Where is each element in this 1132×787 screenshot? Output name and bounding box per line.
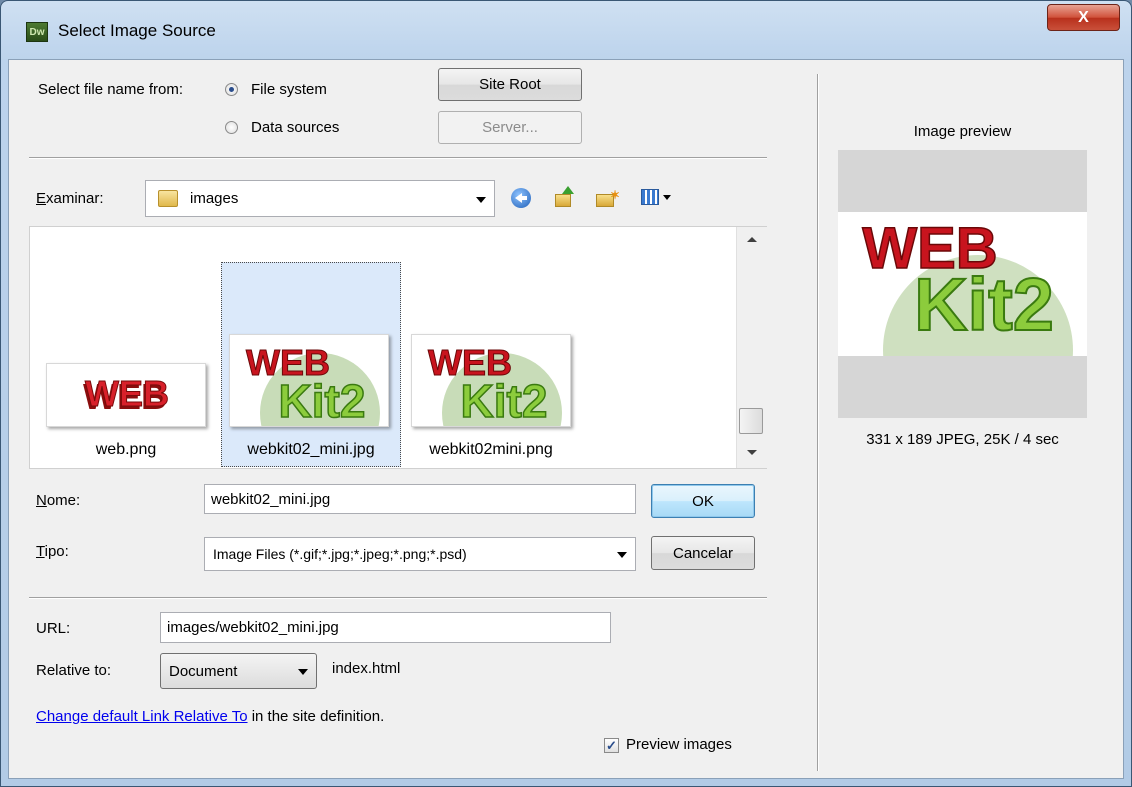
scroll-thumb[interactable] xyxy=(739,408,763,434)
file-name-label: Nome: xyxy=(36,492,81,509)
title-bar[interactable]: Dw Select Image Source X xyxy=(0,0,1132,60)
file-thumbnail-webkit02-mini-jpg[interactable]: WEB Kit2 xyxy=(229,334,389,427)
svg-text:Kit2: Kit2 xyxy=(914,263,1054,346)
file-type-dropdown[interactable]: Image Files (*.gif;*.jpg;*.jpeg;*.png;*.… xyxy=(204,537,636,571)
cancel-button[interactable]: Cancelar xyxy=(651,536,755,570)
folder-name: images xyxy=(190,190,239,207)
svg-text:WEB: WEB xyxy=(85,373,169,414)
separator xyxy=(29,597,767,598)
webkit2-logo-image: WEB Kit2 xyxy=(428,342,562,427)
svg-text:Kit2: Kit2 xyxy=(461,375,548,427)
document-file-name: index.html xyxy=(332,660,401,677)
relative-to-value: Document xyxy=(169,662,238,680)
relative-to-dropdown[interactable]: Document xyxy=(160,653,317,689)
window-title: Select Image Source xyxy=(58,21,216,40)
webkit2-logo-image: WEB Kit2 xyxy=(246,342,380,427)
separator xyxy=(29,157,767,158)
new-folder-icon[interactable]: ✶ xyxy=(596,188,620,208)
close-button[interactable]: X xyxy=(1047,4,1120,31)
file-name-webkit02-mini-jpg: webkit02_mini.jpg xyxy=(247,441,375,458)
web-logo-image: WEB WEB xyxy=(83,373,170,418)
preview-images-label: Preview images xyxy=(626,736,732,753)
scroll-down-icon[interactable] xyxy=(747,450,757,455)
url-input[interactable]: images/webkit02_mini.jpg xyxy=(160,612,611,643)
file-name-webkit02mini-png: webkit02mini.png xyxy=(429,441,553,458)
url-label: URL: xyxy=(36,620,71,637)
back-icon[interactable] xyxy=(511,188,531,208)
svg-text:Kit2: Kit2 xyxy=(279,375,366,427)
file-thumbnail-web[interactable]: WEB WEB xyxy=(46,363,206,427)
link-suffix-text: in the site definition. xyxy=(247,708,385,725)
chevron-down-icon xyxy=(617,552,627,558)
site-root-button[interactable]: Site Root xyxy=(438,68,582,101)
chevron-down-icon xyxy=(476,196,486,203)
source-label: Select file name from: xyxy=(38,81,184,98)
view-menu-icon[interactable] xyxy=(641,189,675,207)
file-thumbnail-webkit02mini-png[interactable]: WEB Kit2 xyxy=(411,334,571,427)
file-name-input[interactable]: webkit02_mini.jpg xyxy=(204,484,636,514)
dreamweaver-app-icon: Dw xyxy=(26,22,48,42)
scroll-up-icon[interactable] xyxy=(747,237,757,242)
folder-dropdown[interactable]: images xyxy=(145,180,495,217)
relative-to-label: Relative to: xyxy=(36,662,112,679)
checkmark-icon: ✓ xyxy=(606,737,617,753)
look-in-label: Examinar: xyxy=(36,190,104,207)
preview-image: WEB Kit2 xyxy=(838,212,1087,445)
vertical-separator xyxy=(817,74,818,771)
chevron-down-icon xyxy=(298,669,308,675)
ok-button[interactable]: OK xyxy=(651,484,755,518)
up-folder-icon[interactable] xyxy=(554,186,574,208)
preview-title: Image preview xyxy=(913,123,1012,140)
data-sources-radio[interactable] xyxy=(225,121,238,134)
file-name-web: web.png xyxy=(95,441,157,458)
data-sources-label: Data sources xyxy=(251,119,340,136)
folder-icon xyxy=(158,190,178,207)
preview-images-checkbox[interactable]: ✓ xyxy=(604,738,619,753)
file-type-value: Image Files (*.gif;*.jpg;*.jpeg;*.png;*.… xyxy=(213,546,467,562)
link-relative-row: Change default Link Relative To in the s… xyxy=(36,708,384,725)
image-preview-box: WEB Kit2 xyxy=(838,150,1087,445)
preview-info: 331 x 189 JPEG, 25K / 4 sec xyxy=(866,431,1059,448)
server-button[interactable]: Server... xyxy=(438,111,582,144)
file-list-scrollbar[interactable] xyxy=(736,227,767,468)
close-icon: X xyxy=(1078,8,1089,26)
file-system-label: File system xyxy=(251,81,327,98)
file-type-label: Tipo: xyxy=(36,543,69,560)
change-default-link[interactable]: Change default Link Relative To xyxy=(36,708,248,725)
file-system-radio[interactable] xyxy=(225,83,238,96)
